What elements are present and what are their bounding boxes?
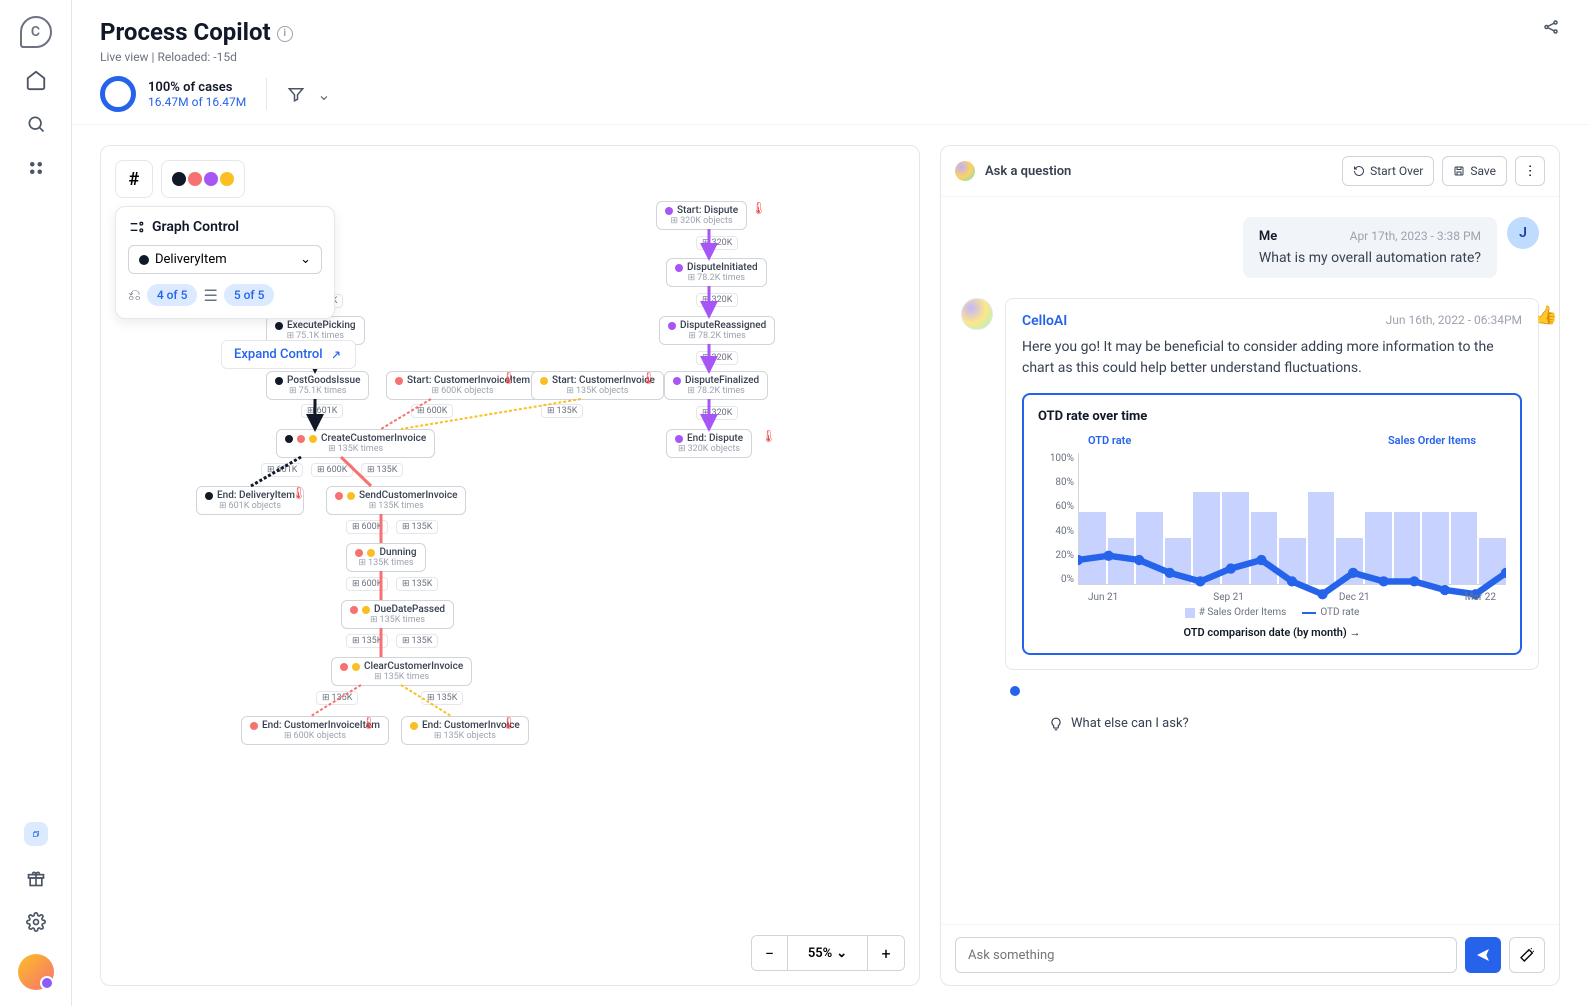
node-dispute-init[interactable]: DisputeInitiated⊞ 78.2K times (666, 258, 767, 287)
ai-avatar (961, 298, 993, 330)
chevron-down-icon: ⌄ (300, 252, 311, 267)
edge-badge: ⊞600K (311, 463, 353, 477)
chart-title: OTD rate over time (1038, 409, 1506, 424)
progress-ring (100, 76, 136, 112)
thumbs-up-icon[interactable]: 👍 (1535, 305, 1557, 326)
connections-pill[interactable]: 5 of 5 (224, 284, 275, 306)
send-button[interactable] (1465, 937, 1501, 973)
home-icon[interactable] (24, 68, 48, 92)
hash-toggle[interactable]: # (115, 160, 153, 198)
color-filter[interactable] (161, 160, 245, 198)
export-icon[interactable] (24, 822, 48, 846)
node-start-dispute[interactable]: Start: Dispute⊞ 320K objects (656, 201, 747, 230)
settings-icon[interactable] (24, 910, 48, 934)
thermometer-icon: 🌡 (361, 716, 376, 730)
graph-control-panel: Graph Control DeliveryItem ⌄ ⎌ 4 of 5 ☰ … (115, 206, 335, 319)
share-icon[interactable] (1542, 18, 1560, 112)
edge-badge: ⊞600K (346, 520, 388, 534)
cases-count: 16.47M of 16.47M (148, 95, 246, 109)
node-dunning[interactable]: Dunning⊞ 135K times (346, 543, 426, 572)
node-send-cust-inv[interactable]: SendCustomerInvoice⊞ 135K times (326, 486, 466, 515)
ai-message-text: Here you go! It may be beneficial to con… (1022, 337, 1522, 379)
page-title: Process Copiloti (100, 18, 331, 46)
edge-badge: ⊞320K (696, 293, 738, 307)
edge-badge: ⊞135K (346, 634, 388, 648)
zoom-out-button[interactable]: − (752, 936, 788, 970)
user-avatar[interactable] (18, 954, 54, 990)
copilot-chat-panel: Ask a question Start Over Save ⋮ (940, 145, 1560, 986)
chat-input[interactable] (955, 937, 1457, 973)
list-icon: ☰ (203, 286, 217, 305)
graph-control-title: Graph Control (128, 219, 322, 235)
page-header: Process Copiloti Live view | Reloaded: -… (72, 0, 1588, 125)
what-else-prompt[interactable]: What else can I ask? (1049, 716, 1539, 731)
thermometer-icon: 🌡 (501, 716, 516, 730)
thermometer-icon: 🌡 (501, 371, 516, 385)
chart-area: 100%80%60%40%20%0% Jun 21Sep 21Dec 21Mar… (1078, 453, 1506, 603)
chart-right-legend: Sales Order Items (1388, 434, 1476, 447)
cases-percent: 100% of cases (148, 80, 246, 95)
apps-icon[interactable] (24, 156, 48, 180)
process-graph-panel: # Graph Control DeliveryItem ⌄ (100, 145, 920, 986)
search-icon[interactable] (24, 112, 48, 136)
edge-badge: ⊞320K (696, 236, 738, 250)
sidebar: C (0, 0, 72, 1006)
user-message: MeApr 17th, 2023 - 3:38 PM What is my ov… (1243, 217, 1497, 278)
node-dispute-finalized[interactable]: DisputeFinalized⊞ 78.2K times (664, 371, 768, 400)
chart-footer: OTD comparison date (by month) → (1038, 626, 1506, 639)
edge-badge: ⊞320K (696, 406, 738, 420)
chart-left-legend: OTD rate (1088, 434, 1131, 447)
edge-badge: ⊞135K (396, 577, 438, 591)
activities-pill[interactable]: 4 of 5 (147, 284, 198, 306)
info-icon[interactable]: i (277, 26, 293, 42)
user-message-text: What is my overall automation rate? (1259, 250, 1481, 266)
thermometer-icon: 🌡 (761, 429, 776, 443)
node-clear-cust-inv[interactable]: ClearCustomerInvoice⊞ 135K times (331, 657, 472, 686)
edge-badge: ⊞600K (346, 577, 388, 591)
edge-badge: ⊞135K (396, 634, 438, 648)
start-over-button[interactable]: Start Over (1342, 156, 1434, 186)
edge-badge: ⊞135K (361, 463, 403, 477)
app-logo[interactable]: C (20, 16, 52, 48)
chat-title: Ask a question (985, 164, 1071, 179)
edge-badge: ⊞600K (411, 404, 453, 418)
filter-icon[interactable] (287, 85, 305, 103)
edge-badge: ⊞135K (541, 404, 583, 418)
node-dispute-reassigned[interactable]: DisputeReassigned⊞ 78.2K times (659, 316, 775, 345)
node-create-cust-inv[interactable]: CreateCustomerInvoice⊞ 135K times (276, 429, 435, 458)
thermometer-icon: 🌡 (641, 371, 656, 385)
zoom-value[interactable]: 55% ⌄ (788, 936, 868, 970)
chevron-down-icon[interactable]: ⌄ (317, 85, 330, 104)
object-selector[interactable]: DeliveryItem ⌄ (128, 245, 322, 274)
timeline-end-dot (1010, 686, 1020, 696)
edge-badge: ⊞601K (301, 404, 343, 418)
edge-badge: ⊞320K (696, 351, 738, 365)
thermometer-icon: 🌡 (751, 201, 766, 215)
ai-message: 👍 👎 CelloAIJun 16th, 2022 - 06:34PM Here… (1005, 298, 1539, 670)
thermometer-icon: 🌡 (291, 486, 306, 500)
gift-icon[interactable] (24, 866, 48, 890)
user-avatar-small: J (1507, 217, 1539, 249)
chart-card[interactable]: OTD rate over time OTD rate Sales Order … (1022, 393, 1522, 655)
edge-badge: ⊞601K (261, 463, 303, 477)
edge-badge: ⊞135K (421, 691, 463, 705)
edge-badge: ⊞135K (396, 520, 438, 534)
edge-badge: ⊞135K (316, 691, 358, 705)
branch-icon: ⎌ (128, 285, 141, 305)
zoom-in-button[interactable]: + (868, 936, 904, 970)
page-subtitle: Live view | Reloaded: -15d (100, 50, 331, 64)
node-post-goods[interactable]: PostGoodsIssue⊞ 75.1K times (266, 371, 369, 400)
magic-wand-button[interactable] (1509, 937, 1545, 973)
zoom-control: − 55% ⌄ + (751, 935, 905, 971)
node-end-dispute[interactable]: End: Dispute⊞ 320K objects (666, 429, 752, 458)
expand-control-button[interactable]: Expand Control (221, 340, 356, 369)
more-menu-button[interactable]: ⋮ (1515, 156, 1545, 186)
node-due-date[interactable]: DueDatePassed⊞ 135K times (341, 600, 454, 629)
node-end-delivery[interactable]: End: DeliveryItem⊞ 601K objects (196, 486, 304, 515)
ai-orb-icon (955, 161, 975, 181)
save-button[interactable]: Save (1442, 156, 1507, 186)
